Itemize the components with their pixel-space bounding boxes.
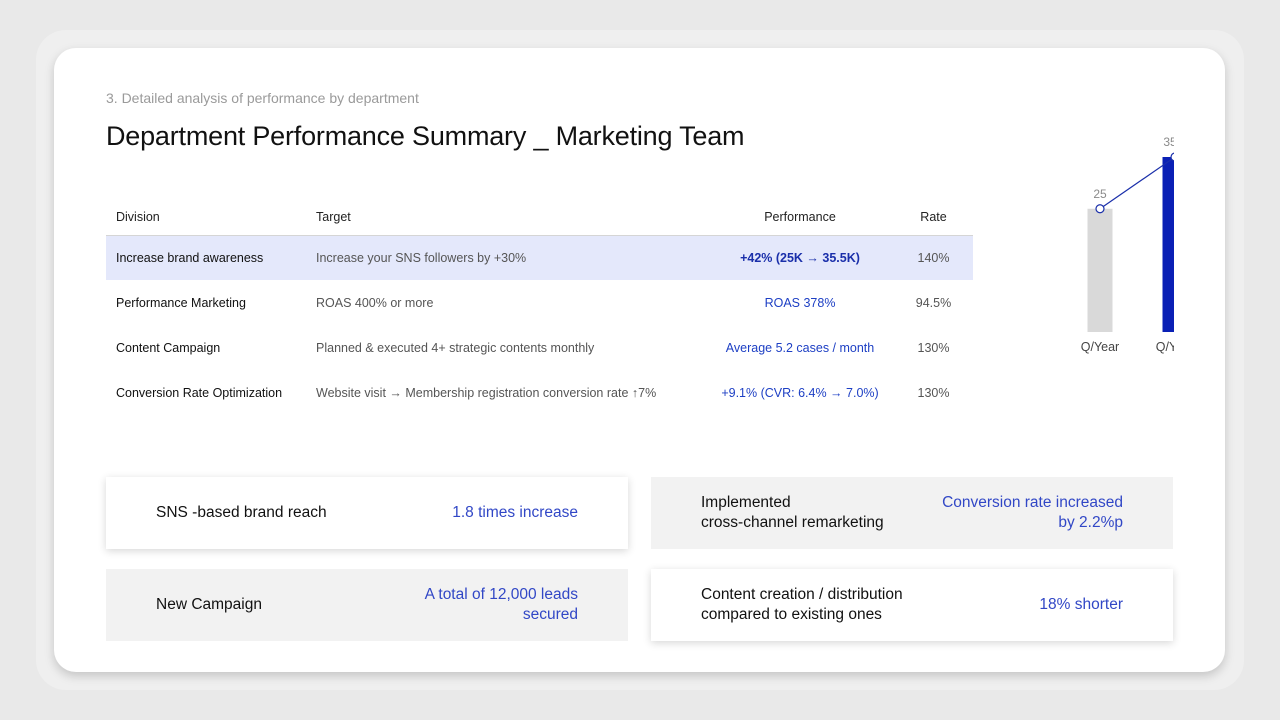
header-performance: Performance xyxy=(706,200,894,236)
x-tick-label-2: Q/Year xyxy=(1156,340,1174,354)
data-label-2: 35.5 xyxy=(1163,135,1174,149)
trend-point-1 xyxy=(1095,204,1105,214)
row-performance: Average 5.2 cases / month xyxy=(725,340,875,355)
row-target: ROAS 400% or more xyxy=(316,295,434,310)
section-subtitle: 3. Detailed analysis of performance by d… xyxy=(106,90,419,106)
highlight-box-remarketing: Implemented cross-channel remarketing Co… xyxy=(651,477,1173,549)
followers-bar-chart: 25 Q/Year 35.5 Q/Year xyxy=(1081,135,1174,354)
box-value: 1.8 times increase xyxy=(452,504,578,521)
table-row: Content Campaign Planned & executed 4+ s… xyxy=(106,325,973,370)
row-target: Planned & executed 4+ strategic contents… xyxy=(316,340,595,355)
header-rate: Rate xyxy=(894,200,973,236)
row-division: Content Campaign xyxy=(116,340,221,355)
box-label: SNS -based brand reach xyxy=(156,504,327,521)
header-target: Target xyxy=(306,200,706,236)
row-performance: +42% (25K → 35.5K) xyxy=(706,235,894,280)
bar-1 xyxy=(1087,208,1113,332)
row-rate: 130% xyxy=(917,340,950,355)
trend-point-2 xyxy=(1170,152,1174,162)
slide-card: 3. Detailed analysis of performance by d… xyxy=(54,48,1225,672)
row-rate: 94.5% xyxy=(915,295,952,310)
row-division: Increase brand awareness xyxy=(106,235,306,280)
table-row: Performance Marketing ROAS 400% or more … xyxy=(106,280,973,325)
highlight-box-brand-reach: SNS -based brand reach 1.8 times increas… xyxy=(106,477,628,549)
highlight-box-new-campaign: New Campaign A total of 12,000 leads sec… xyxy=(106,569,628,641)
row-performance: ROAS 378% xyxy=(764,295,836,310)
box-value: Conversion rate increased by 2.2%p xyxy=(942,494,1123,531)
row-performance: +9.1% (CVR: 6.4% → 7.0%) xyxy=(721,385,879,400)
box-value: 18% shorter xyxy=(1039,596,1123,613)
row-rate: 140% xyxy=(894,235,973,280)
page-title: Department Performance Summary _ Marketi… xyxy=(106,121,745,151)
row-rate: 130% xyxy=(917,385,950,400)
box-label: Content creation / distribution compared… xyxy=(701,586,903,623)
table-header-row: Division Target Performance Rate xyxy=(106,200,973,236)
row-division: Conversion Rate Optimization xyxy=(116,385,283,400)
box-label: Implemented cross-channel remarketing xyxy=(701,494,884,531)
box-label: New Campaign xyxy=(156,596,262,613)
table-row: Increase brand awareness Increase your S… xyxy=(106,235,973,280)
header-division: Division xyxy=(106,200,306,236)
table-row: Conversion Rate Optimization Website vis… xyxy=(106,370,973,415)
bar-2 xyxy=(1162,157,1174,332)
row-target: Increase your SNS followers by +30% xyxy=(306,235,706,280)
data-label-1: 25 xyxy=(1093,187,1107,201)
highlight-box-content-creation: Content creation / distribution compared… xyxy=(651,569,1173,641)
performance-table: Division Target Performance Rate Increas… xyxy=(106,200,973,415)
row-target: Website visit → Membership registration … xyxy=(316,385,657,400)
box-value: A total of 12,000 leads secured xyxy=(424,586,578,623)
row-division: Performance Marketing xyxy=(116,295,246,310)
x-tick-label-1: Q/Year xyxy=(1081,340,1119,354)
